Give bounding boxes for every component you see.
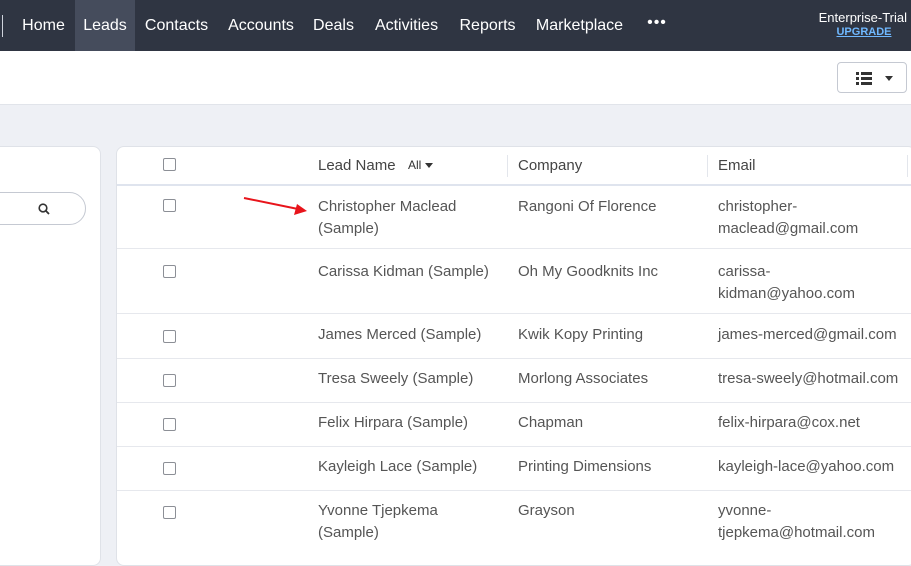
nav-item-contacts[interactable]: Contacts [135,0,218,51]
lead-name-cell[interactable]: James Merced (Sample) [318,324,498,346]
table-row[interactable]: Kayleigh Lace (Sample) Printing Dimensio… [117,446,911,491]
email-cell[interactable]: james-merced@gmail.com [718,324,911,346]
lead-name-cell[interactable]: Carissa Kidman (Sample) [318,261,498,283]
search-input[interactable] [0,192,86,225]
email-cell[interactable]: kayleigh-lace@yahoo.com [718,456,911,478]
caret-down-icon [425,163,434,169]
email-cell[interactable]: christopher-maclead@gmail.com [718,196,911,240]
nav-item-home[interactable]: Home [12,0,75,51]
email-cell[interactable]: tresa-sweely@hotmail.com [718,368,911,390]
column-header-company[interactable]: Company [518,147,582,184]
lead-filter-label: All [408,158,422,172]
annotation-arrow-icon [243,197,307,215]
table-row[interactable]: Tresa Sweely (Sample) Morlong Associates… [117,358,911,403]
nav-item-leads[interactable]: Leads [75,0,135,51]
upgrade-link[interactable]: UPGRADE [797,25,907,40]
row-checkbox[interactable] [163,199,176,212]
column-divider[interactable] [907,155,908,177]
top-navigation-bar: Home Leads Contacts Accounts Deals Activ… [0,0,911,51]
table-row[interactable]: Yvonne Tjepkema (Sample) Grayson yvonne-… [117,490,911,560]
company-cell: Kwik Kopy Printing [518,326,644,343]
column-divider[interactable] [707,155,708,177]
lead-name-cell[interactable]: Tresa Sweely (Sample) [318,368,498,390]
table-row[interactable]: Felix Hirpara (Sample) Chapman felix-hir… [117,402,911,447]
search-icon [38,203,50,215]
nav-left-edge [0,15,3,37]
table-row[interactable]: Carissa Kidman (Sample) Oh My Goodknits … [117,249,911,314]
lead-filter-dropdown[interactable]: All [408,147,434,184]
table-row[interactable]: Christopher Maclead (Sample) Rangoni Of … [117,186,911,249]
nav-item-reports[interactable]: Reports [450,0,525,51]
sub-toolbar [0,51,911,105]
plan-name: Enterprise-Trial [818,10,907,25]
nav-item-accounts[interactable]: Accounts [218,0,304,51]
list-view-icon [856,72,872,85]
company-cell: Chapman [518,414,584,431]
email-cell[interactable]: yvonne-tjepkema@hotmail.com [718,500,878,544]
nav-item-deals[interactable]: Deals [304,0,363,51]
company-cell: Morlong Associates [518,370,649,387]
nav-item-marketplace[interactable]: Marketplace [525,0,634,51]
table-row[interactable]: James Merced (Sample) Kwik Kopy Printing… [117,314,911,359]
nav-item-activities[interactable]: Activities [363,0,450,51]
company-cell: Grayson [518,502,575,519]
column-header-lead-name[interactable]: Lead Name [318,147,396,184]
lead-name-cell[interactable]: Christopher Maclead (Sample) [318,196,498,240]
email-cell[interactable]: carissa-kidman@yahoo.com [718,261,868,305]
column-divider[interactable] [507,155,508,177]
plan-info: Enterprise-Trial UPGRADE [797,10,907,40]
company-cell: Rangoni Of Florence [518,198,657,215]
company-cell: Printing Dimensions [518,458,652,475]
lead-name-cell[interactable]: Kayleigh Lace (Sample) [318,456,498,478]
row-checkbox[interactable] [163,330,176,343]
row-checkbox[interactable] [163,265,176,278]
row-checkbox[interactable] [163,506,176,519]
view-switcher-button[interactable] [837,62,907,93]
lead-name-cell[interactable]: Felix Hirpara (Sample) [318,412,498,434]
row-checkbox[interactable] [163,462,176,475]
select-all-checkbox[interactable] [163,158,176,171]
company-cell: Oh My Goodknits Inc [518,263,659,280]
chevron-down-icon [885,76,893,81]
table-header: Lead Name All Company Email [117,147,911,186]
email-cell[interactable]: felix-hirpara@cox.net [718,412,911,434]
more-menu-icon[interactable]: ••• [645,0,669,51]
column-header-email[interactable]: Email [718,147,756,184]
row-checkbox[interactable] [163,418,176,431]
leads-table: Lead Name All Company Email Christopher … [116,146,911,566]
row-checkbox[interactable] [163,374,176,387]
lead-name-cell[interactable]: Yvonne Tjepkema (Sample) [318,500,498,544]
